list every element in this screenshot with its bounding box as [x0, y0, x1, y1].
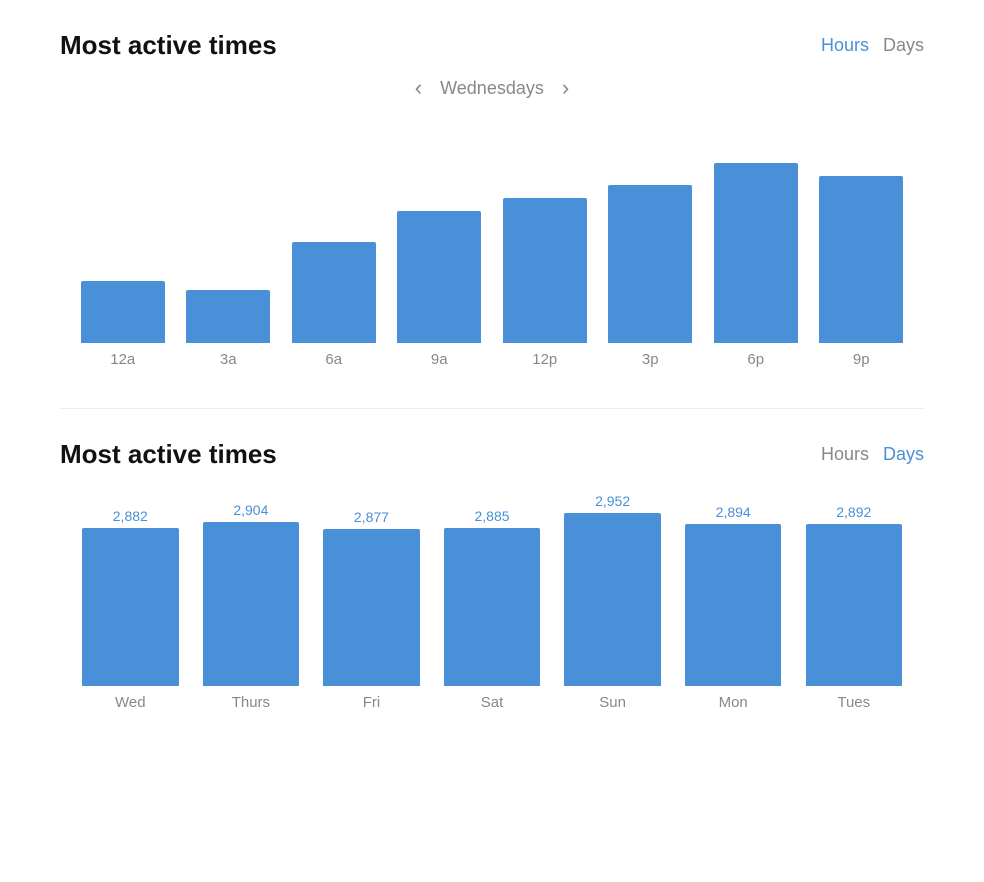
section2-hours-toggle[interactable]: Hours	[821, 444, 869, 465]
section2-header: Most active times Hours Days	[60, 439, 924, 470]
days-bar-value-1: 2,904	[233, 502, 268, 518]
days-bar-6	[806, 524, 902, 686]
hours-bar-group-2	[281, 242, 387, 343]
hours-bar-7	[819, 176, 903, 343]
section2-title: Most active times	[60, 439, 277, 470]
hours-bar-2	[292, 242, 376, 343]
prev-day-button[interactable]: ‹	[415, 77, 422, 99]
days-bar-group-6: 2,892	[793, 504, 914, 686]
days-bar-group-2: 2,877	[311, 509, 432, 686]
days-bar-value-5: 2,894	[716, 504, 751, 520]
hours-bar-6	[714, 163, 798, 343]
days-bar-value-3: 2,885	[475, 508, 510, 524]
days-bar-value-0: 2,882	[113, 508, 148, 524]
section2-days-toggle[interactable]: Days	[883, 444, 924, 465]
days-x-label-5: Mon	[673, 694, 794, 711]
hours-bar-group-6	[703, 163, 809, 343]
days-x-label-3: Sat	[432, 694, 553, 711]
hours-x-label-7: 9p	[809, 351, 915, 368]
hours-bar-1	[186, 290, 270, 343]
hours-x-label-2: 6a	[281, 351, 387, 368]
days-x-label-0: Wed	[70, 694, 191, 711]
days-bar-2	[323, 529, 419, 686]
days-bar-4	[564, 513, 660, 686]
days-section: Most active times Hours Days 2,8822,9042…	[60, 439, 924, 711]
hours-bar-4	[503, 198, 587, 343]
hours-x-label-5: 3p	[598, 351, 704, 368]
hours-bar-group-4	[492, 198, 598, 343]
section1-days-toggle[interactable]: Days	[883, 35, 924, 56]
hours-bar-0	[81, 281, 165, 343]
hours-x-label-4: 12p	[492, 351, 598, 368]
section-divider	[60, 408, 924, 409]
days-x-label-6: Tues	[793, 694, 914, 711]
days-bar-5	[685, 524, 781, 686]
days-x-label-2: Fri	[311, 694, 432, 711]
hours-bar-group-5	[598, 185, 704, 343]
days-bar-group-1: 2,904	[191, 502, 312, 686]
section1-toggle-group: Hours Days	[821, 35, 924, 56]
hours-bar-group-1	[176, 290, 282, 343]
current-day-label: Wednesdays	[440, 78, 544, 99]
hours-x-label-3: 9a	[387, 351, 493, 368]
days-bar-chart: 2,882 2,904 2,877 2,885 2,952 2,894 2,892	[60, 486, 924, 686]
days-x-label-4: Sun	[552, 694, 673, 711]
hours-bar-3	[397, 211, 481, 343]
days-bar-3	[444, 528, 540, 686]
section2-toggle-group: Hours Days	[821, 444, 924, 465]
section1-title: Most active times	[60, 30, 277, 61]
hours-section: Most active times Hours Days ‹ Wednesday…	[60, 30, 924, 368]
hours-x-label-6: 6p	[703, 351, 809, 368]
next-day-button[interactable]: ›	[562, 77, 569, 99]
days-x-label-1: Thurs	[191, 694, 312, 711]
days-bar-1	[203, 522, 299, 686]
days-bar-value-6: 2,892	[836, 504, 871, 520]
hours-x-label-0: 12a	[70, 351, 176, 368]
hours-bar-chart	[60, 123, 924, 343]
hours-x-label-1: 3a	[176, 351, 282, 368]
days-bar-group-4: 2,952	[552, 493, 673, 686]
hours-bar-group-3	[387, 211, 493, 343]
days-bar-0	[82, 528, 178, 686]
hours-bar-group-7	[809, 176, 915, 343]
day-navigator: ‹ Wednesdays ›	[60, 77, 924, 99]
hours-bar-5	[608, 185, 692, 343]
days-x-axis: WedThursFriSatSunMonTues	[60, 686, 924, 711]
hours-x-axis: 12a3a6a9a12p3p6p9p	[60, 343, 924, 368]
hours-bar-group-0	[70, 281, 176, 343]
days-bar-group-3: 2,885	[432, 508, 553, 686]
days-bar-value-4: 2,952	[595, 493, 630, 509]
days-bar-value-2: 2,877	[354, 509, 389, 525]
days-bar-group-5: 2,894	[673, 504, 794, 686]
days-bar-group-0: 2,882	[70, 508, 191, 686]
section1-hours-toggle[interactable]: Hours	[821, 35, 869, 56]
section1-header: Most active times Hours Days	[60, 30, 924, 61]
